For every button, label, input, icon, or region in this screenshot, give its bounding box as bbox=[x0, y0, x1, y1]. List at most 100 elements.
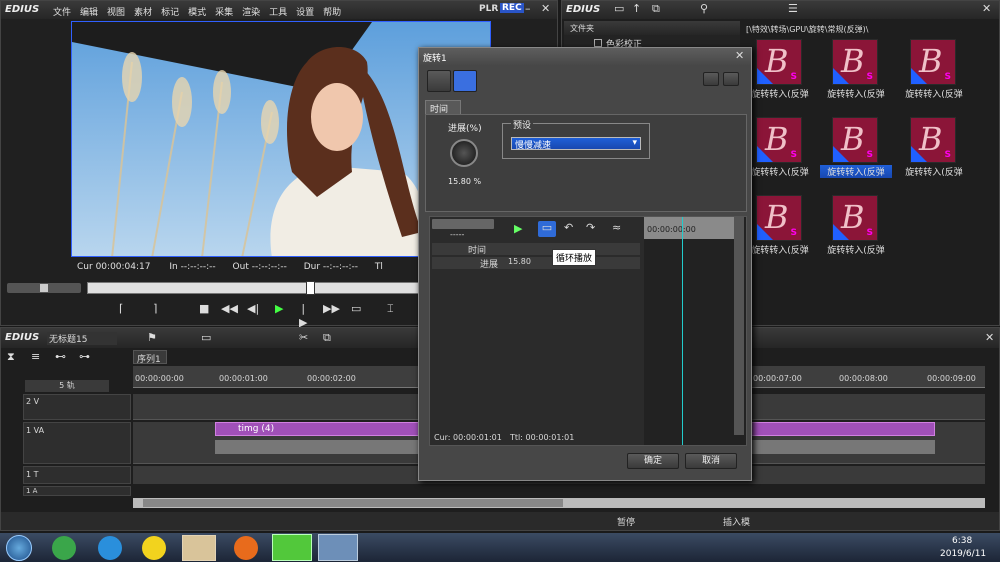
taskbar-app-icon[interactable] bbox=[52, 536, 76, 560]
track-row-progress[interactable]: 进展 15.80 bbox=[432, 257, 640, 270]
search-icon[interactable]: ⚲ bbox=[700, 2, 708, 16]
minimize-icon[interactable]: – bbox=[525, 2, 531, 16]
menu-edit[interactable]: 编辑 bbox=[80, 8, 98, 18]
thumbnail[interactable]: BS bbox=[756, 195, 802, 241]
taskbar-app-icon[interactable] bbox=[98, 536, 122, 560]
track-2v-label: 2 V bbox=[26, 397, 40, 406]
track-2v-header[interactable]: 2 V bbox=[23, 394, 131, 420]
step-forward-icon[interactable]: |▶ bbox=[299, 302, 307, 330]
preset-select[interactable]: 慢慢减速 ▾ bbox=[511, 137, 641, 151]
kf-playhead[interactable] bbox=[682, 217, 683, 445]
track-row-time[interactable]: 时间 bbox=[432, 243, 640, 256]
track-tool-icon[interactable]: ⊷ bbox=[55, 350, 66, 364]
close-bin-icon[interactable]: ✕ bbox=[982, 2, 991, 16]
step-back-icon[interactable]: ◀| bbox=[247, 302, 259, 316]
timeline-scrollbar[interactable] bbox=[133, 498, 985, 508]
clip-icon[interactable]: ⧉ bbox=[652, 2, 660, 16]
scrubber-handle[interactable] bbox=[306, 281, 315, 295]
rec-indicator[interactable]: REC bbox=[500, 3, 524, 13]
track-count[interactable]: 5 轨 bbox=[25, 380, 109, 392]
track-1t-label: 1 T bbox=[26, 470, 39, 479]
menu-tools[interactable]: 工具 bbox=[269, 8, 287, 18]
taskbar-app-icon[interactable] bbox=[142, 536, 166, 560]
sequence-tab[interactable]: 序列1 bbox=[133, 350, 167, 365]
track-tool-icon[interactable]: ≡ bbox=[31, 350, 40, 364]
menu-capture[interactable]: 采集 bbox=[215, 8, 233, 18]
menu-settings[interactable]: 设置 bbox=[296, 8, 314, 18]
thumbnail[interactable]: BS bbox=[832, 39, 878, 85]
redo-icon[interactable] bbox=[723, 72, 739, 86]
kf-next-icon[interactable]: ↷ bbox=[586, 221, 595, 235]
kf-scrollbar[interactable] bbox=[734, 217, 744, 435]
dialog-close-icon[interactable]: ✕ bbox=[735, 49, 744, 63]
loop-play-icon[interactable]: ▭ bbox=[538, 221, 556, 237]
save-icon[interactable]: ▭ bbox=[201, 331, 211, 345]
thumbnail-label: 旋转转入(反弹 bbox=[905, 168, 963, 178]
tree-header: 文件夹 bbox=[564, 21, 740, 35]
thumbnail[interactable]: BS bbox=[910, 117, 956, 163]
thumbnail-label: 旋转转入(反弹 bbox=[827, 246, 885, 256]
menu-help[interactable]: 帮助 bbox=[323, 8, 341, 18]
new-sequence-icon[interactable]: ⚑ bbox=[147, 331, 157, 345]
cancel-button[interactable]: 取消 bbox=[685, 453, 737, 469]
track-1a-label: 1 A bbox=[26, 487, 38, 495]
ok-button[interactable]: 确定 bbox=[627, 453, 679, 469]
thumbnail-selected[interactable]: BS bbox=[832, 117, 878, 163]
chevron-down-icon: ▾ bbox=[632, 138, 637, 148]
thumbnail[interactable]: BS bbox=[832, 195, 878, 241]
menu-mode[interactable]: 模式 bbox=[188, 8, 206, 18]
taskbar-app-icon[interactable] bbox=[318, 534, 358, 561]
bin-toolbar: EDIUS ▭ ↑ ⧉ ⚲ ☰ ✕ bbox=[562, 1, 999, 19]
menu-view[interactable]: 视图 bbox=[107, 8, 125, 18]
combo[interactable] bbox=[432, 219, 494, 229]
taskbar-app-icon[interactable] bbox=[272, 534, 312, 561]
track-tool-icon[interactable]: ⊶ bbox=[79, 350, 90, 364]
set-out-icon[interactable]: ⌉ bbox=[153, 302, 157, 316]
rewind-icon[interactable]: ◀◀ bbox=[221, 302, 238, 316]
kf-graph-icon[interactable]: ≈ bbox=[612, 221, 621, 235]
folder-icon[interactable]: ▭ bbox=[614, 2, 624, 16]
list-view-icon[interactable]: ☰ bbox=[788, 2, 798, 16]
track-tool-icon[interactable]: ⧗ bbox=[7, 350, 15, 364]
settings-area: 进展(%) 15.80 % 预设 慢慢减速 ▾ bbox=[425, 114, 747, 212]
progress-knob[interactable] bbox=[450, 139, 478, 167]
menu-file[interactable]: 文件 bbox=[53, 8, 71, 18]
menu-clip[interactable]: 素材 bbox=[134, 8, 152, 18]
insert-to-timeline-icon[interactable]: ⌶ bbox=[387, 302, 394, 316]
track-label-progress: 进展 bbox=[480, 260, 499, 270]
set-in-icon[interactable]: ⌈ bbox=[119, 302, 123, 316]
kf-play-icon[interactable]: ▶ bbox=[514, 222, 522, 236]
undo-icon[interactable] bbox=[703, 72, 719, 86]
stop-icon[interactable]: ■ bbox=[199, 302, 209, 316]
status-pause: 暂停 bbox=[617, 518, 636, 528]
play-icon[interactable]: ▶ bbox=[275, 302, 283, 316]
close-timeline-icon[interactable]: ✕ bbox=[985, 331, 994, 345]
track-1a-header[interactable]: 1 A bbox=[23, 486, 131, 496]
taskbar-app-icon[interactable] bbox=[182, 535, 216, 561]
tab-time[interactable]: 时间 bbox=[425, 100, 461, 115]
close-icon[interactable]: ✕ bbox=[541, 2, 550, 16]
track-label-time: 时间 bbox=[468, 246, 487, 256]
up-folder-icon[interactable]: ↑ bbox=[632, 2, 641, 16]
kf-timeline[interactable]: 00:00:00:00 bbox=[644, 217, 746, 445]
shuttle-slider[interactable] bbox=[7, 283, 81, 293]
menu-marker[interactable]: 标记 bbox=[161, 8, 179, 18]
plr-indicator[interactable]: PLR bbox=[479, 4, 498, 14]
loop-icon[interactable]: ▭ bbox=[351, 302, 361, 316]
timer-icon[interactable] bbox=[453, 70, 477, 92]
thumbnail[interactable]: BS bbox=[910, 39, 956, 85]
ttl-label: Tl bbox=[374, 262, 383, 272]
taskbar-app-icon[interactable] bbox=[234, 536, 258, 560]
start-button[interactable] bbox=[6, 535, 32, 561]
copy-icon[interactable]: ⧉ bbox=[323, 331, 331, 345]
thumbnail[interactable]: BS bbox=[756, 117, 802, 163]
fast-forward-icon[interactable]: ▶▶ bbox=[323, 302, 340, 316]
track-1t-header[interactable]: 1 T bbox=[23, 466, 131, 484]
status-bar: 暂停 插入模 bbox=[1, 512, 999, 530]
menu-render[interactable]: 渲染 bbox=[242, 8, 260, 18]
kf-prev-icon[interactable]: ↶ bbox=[564, 221, 573, 235]
filter-icon[interactable] bbox=[427, 70, 451, 92]
thumbnail[interactable]: BS bbox=[756, 39, 802, 85]
cut-icon[interactable]: ✂ bbox=[299, 331, 308, 345]
track-1va-header[interactable]: 1 VA bbox=[23, 422, 131, 464]
